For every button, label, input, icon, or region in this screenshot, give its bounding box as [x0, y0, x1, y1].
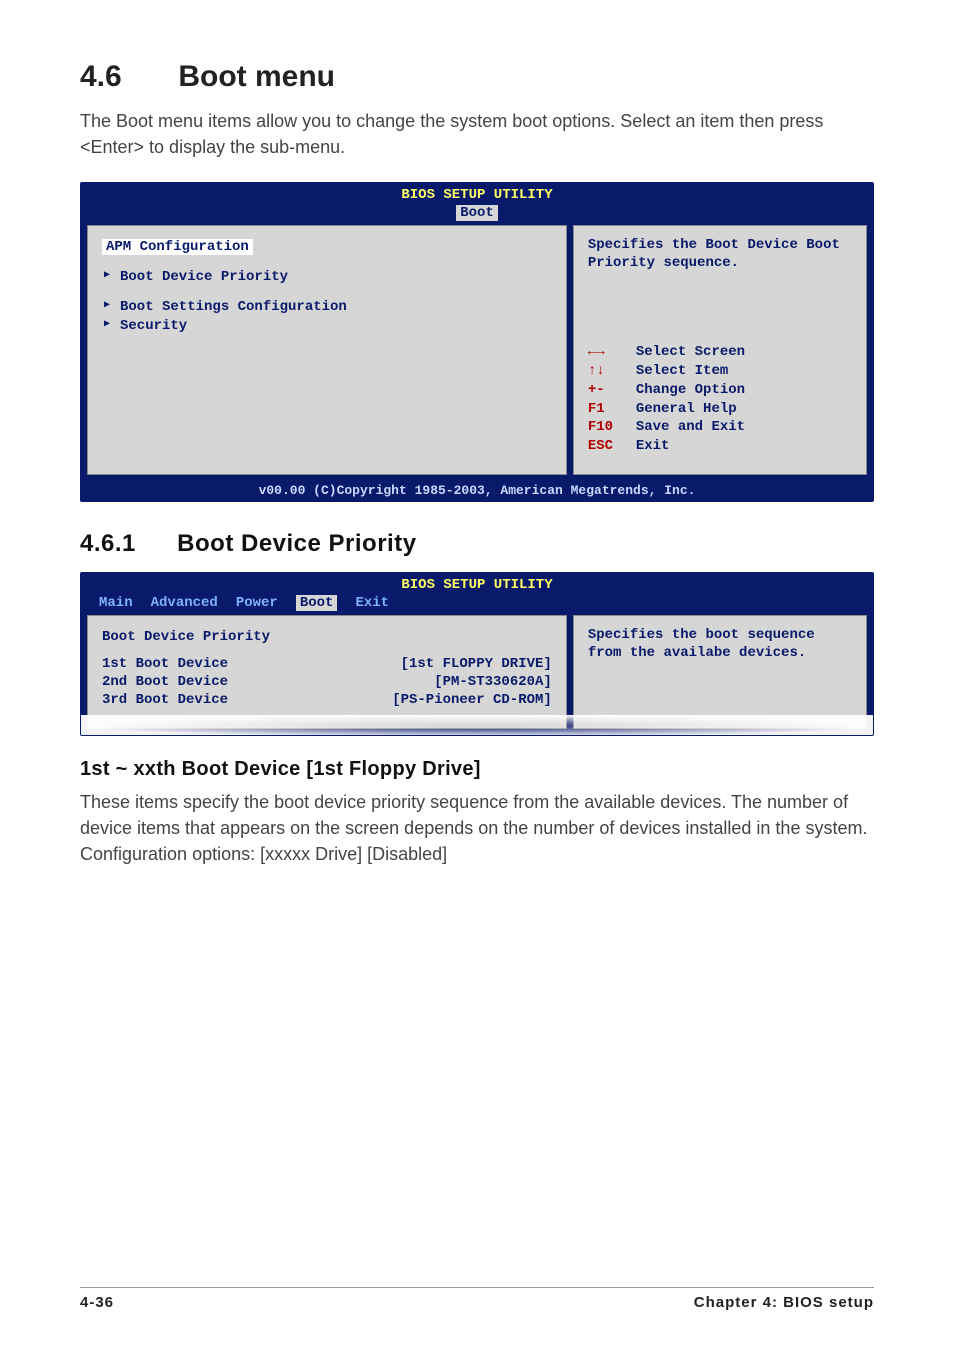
section-intro: The Boot menu items allow you to change …: [80, 108, 874, 160]
chapter-label: Chapter 4: BIOS setup: [694, 1294, 874, 1311]
bios-left-panel: APM Configuration Boot Device Priority B…: [87, 225, 567, 475]
key-row: F1 General Help: [588, 400, 852, 419]
bios-tab-power[interactable]: Power: [236, 595, 278, 611]
key-f10: F10: [588, 418, 622, 437]
bios-row-value: [PS-Pioneer CD-ROM]: [392, 692, 552, 708]
item-body-2: Configuration options: [xxxxx Drive] [Di…: [80, 841, 874, 867]
bios-row-3rd[interactable]: 3rd Boot Device [PS-Pioneer CD-ROM]: [102, 692, 552, 708]
key-label: Change Option: [636, 381, 745, 400]
bios-item-boot-settings-config[interactable]: Boot Settings Configuration: [120, 299, 552, 315]
bios-tab-boot[interactable]: Boot: [456, 205, 498, 221]
item-body-1: These items specify the boot device prio…: [80, 789, 874, 841]
bios-item-boot-device-priority[interactable]: Boot Device Priority: [120, 269, 552, 285]
key-esc: ESC: [588, 437, 622, 456]
bios-row-label: 1st Boot Device: [102, 656, 228, 672]
subsection-heading: 4.6.1 Boot Device Priority: [80, 530, 874, 558]
bios-help-text: Specifies the boot sequence from the ava…: [588, 626, 852, 662]
key-arrows-ud: ↑↓: [588, 362, 622, 381]
key-label: Save and Exit: [636, 418, 745, 437]
item-heading: 1st ~ xxth Boot Device [1st Floppy Drive…: [80, 758, 874, 781]
bios-row-value: [PM-ST330620A]: [434, 674, 552, 690]
bios-item-security[interactable]: Security: [120, 318, 552, 334]
bios-tab-exit[interactable]: Exit: [355, 595, 389, 611]
key-label: Exit: [636, 437, 670, 456]
bios-row-label: 2nd Boot Device: [102, 674, 228, 690]
key-label: Select Item: [636, 362, 728, 381]
bios-heading-boot-priority: Boot Device Priority: [102, 629, 552, 645]
key-plusminus: +-: [588, 381, 622, 400]
bios-tab-advanced[interactable]: Advanced: [151, 595, 218, 611]
bios-tab-boot[interactable]: Boot: [296, 595, 338, 611]
bios-tabbar: Boot: [81, 203, 873, 225]
bios-title: BIOS SETUP UTILITY: [81, 183, 873, 203]
section-number: 4.6: [80, 60, 170, 94]
bios-panels: APM Configuration Boot Device Priority B…: [81, 225, 873, 481]
key-row: ←→ Select Screen: [588, 343, 852, 362]
bios-screenshot-boot-priority: BIOS SETUP UTILITY Main Advanced Power B…: [80, 572, 874, 736]
key-row: F10 Save and Exit: [588, 418, 852, 437]
bios-row-1st[interactable]: 1st Boot Device [1st FLOPPY DRIVE]: [102, 656, 552, 672]
key-row: ESC Exit: [588, 437, 852, 456]
bios-right-panel: Specifies the boot sequence from the ava…: [573, 615, 867, 729]
key-row: +- Change Option: [588, 381, 852, 400]
bios-panels: Boot Device Priority 1st Boot Device [1s…: [81, 615, 873, 735]
bios-row-2nd[interactable]: 2nd Boot Device [PM-ST330620A]: [102, 674, 552, 690]
bios-row-value: [1st FLOPPY DRIVE]: [401, 656, 552, 672]
key-label: General Help: [636, 400, 737, 419]
key-row: ↑↓ Select Item: [588, 362, 852, 381]
bios-key-legend: ←→ Select Screen ↑↓ Select Item +- Change O…: [588, 343, 852, 456]
key-label: Select Screen: [636, 343, 745, 362]
key-arrows-lr: ←→: [588, 343, 622, 362]
key-f1: F1: [588, 400, 622, 419]
bios-screenshot-boot-menu: BIOS SETUP UTILITY Boot APM Configuratio…: [80, 182, 874, 502]
bios-right-panel: Specifies the Boot Device Boot Priority …: [573, 225, 867, 475]
bios-help-text: Specifies the Boot Device Boot Priority …: [588, 236, 852, 272]
page-number: 4-36: [80, 1294, 114, 1311]
bios-left-panel: Boot Device Priority 1st Boot Device [1s…: [87, 615, 567, 729]
bios-row-label: 3rd Boot Device: [102, 692, 228, 708]
bios-tabbar: Main Advanced Power Boot Exit: [81, 593, 873, 615]
page-footer: 4-36 Chapter 4: BIOS setup: [80, 1287, 874, 1311]
bios-title: BIOS SETUP UTILITY: [81, 573, 873, 593]
bios-tab-main[interactable]: Main: [99, 595, 133, 611]
subsection-number: 4.6.1: [80, 530, 170, 558]
subsection-title-text: Boot Device Priority: [177, 530, 416, 557]
section-title-text: Boot menu: [178, 60, 335, 93]
bios-heading-apm[interactable]: APM Configuration: [102, 239, 253, 255]
bios-copyright-footer: v00.00 (C)Copyright 1985-2003, American …: [81, 481, 873, 501]
section-heading: 4.6 Boot menu: [80, 60, 874, 94]
